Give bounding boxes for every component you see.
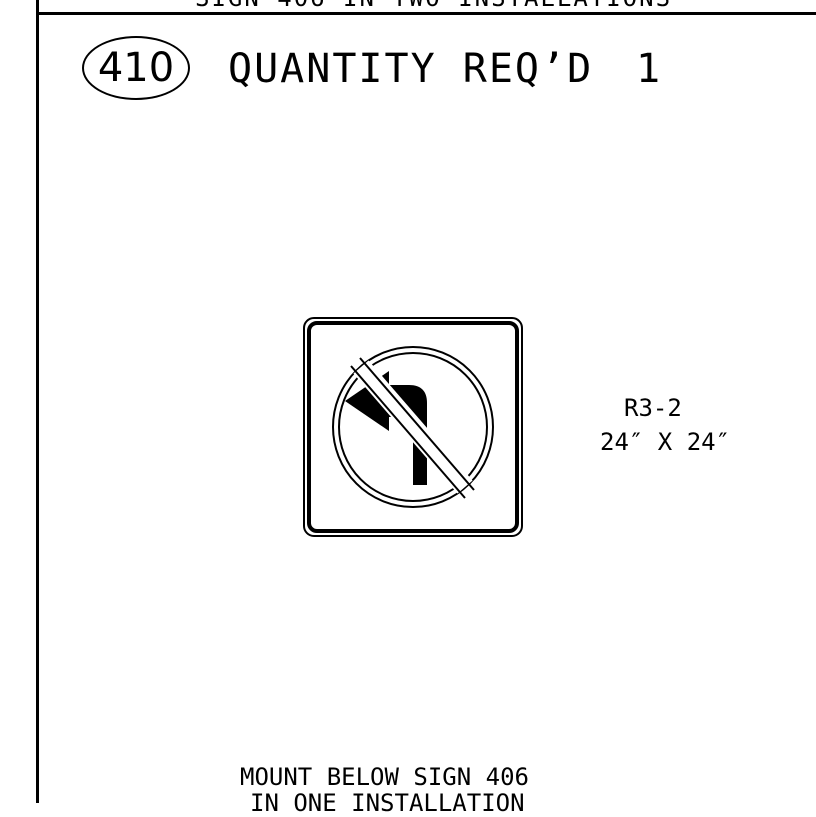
header-note: SIGN 406 IN TWO INSTALLATIONS [195,0,672,12]
quantity-value: 1 [636,46,661,92]
quantity-label: QUANTITY REQ’D [228,46,594,92]
mount-note-line2: IN ONE INSTALLATION [250,789,525,817]
sign-size: 24″ X 24″ [600,428,731,456]
border-vertical-line [36,0,39,803]
sign-number: 410 [97,45,175,91]
border-horizontal-line [36,12,816,15]
mount-note-line1: MOUNT BELOW SIGN 406 [240,763,529,791]
sign-code: R3-2 [624,394,682,422]
no-left-turn-icon [303,317,523,537]
sign-number-oval: 410 [82,36,190,100]
